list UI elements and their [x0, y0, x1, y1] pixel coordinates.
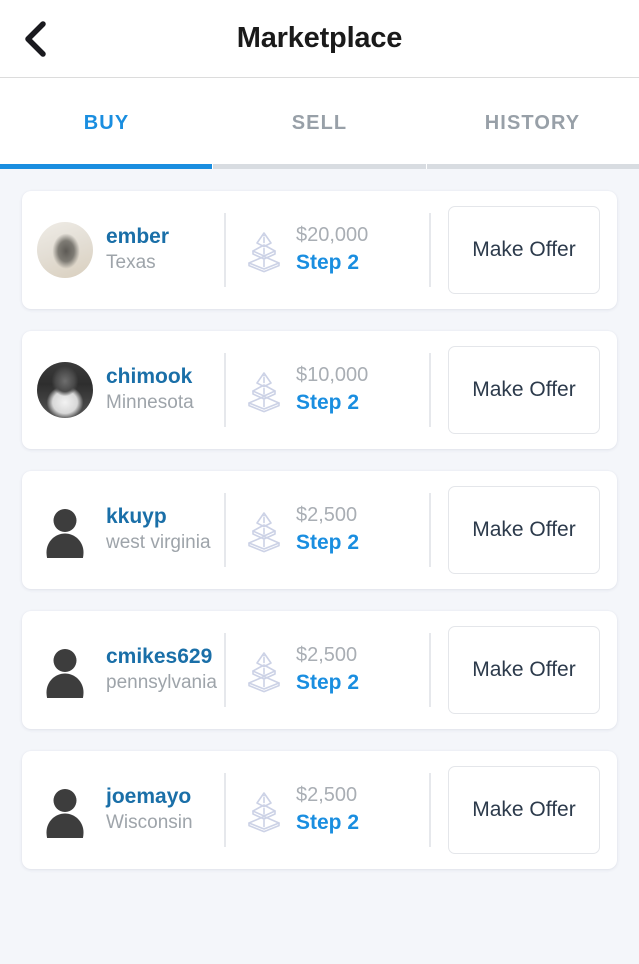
listing-action: Make Offer — [431, 751, 617, 869]
listing-step-text: $2,500 Step 2 — [296, 503, 359, 556]
listing-step: Step 2 — [296, 390, 360, 414]
listing-user[interactable]: joemayo Wisconsin — [22, 751, 224, 869]
listing-step-text: $2,500 Step 2 — [296, 643, 359, 696]
listing-card[interactable]: kkuyp west virginia $2,500 Step 2 Make O… — [22, 471, 617, 589]
back-button[interactable] — [4, 8, 66, 70]
listing-location: pennsylvania — [106, 671, 217, 693]
listing-action: Make Offer — [431, 611, 617, 729]
make-offer-button[interactable]: Make Offer — [448, 206, 600, 294]
app-header: Marketplace — [0, 0, 639, 78]
listing-action: Make Offer — [431, 331, 617, 449]
listing-step: Step 2 — [296, 670, 360, 694]
listing-price: $10,000 — [296, 364, 369, 387]
listing-price: $2,500 — [296, 504, 358, 527]
listing-user-text: joemayo Wisconsin — [106, 784, 193, 835]
listing-location: west virginia — [106, 531, 211, 553]
chevron-left-icon — [20, 19, 50, 59]
tab-sell[interactable]: SELL — [213, 78, 426, 164]
listing-step-info: $2,500 Step 2 — [226, 611, 429, 729]
listing-card[interactable]: chimook Minnesota $10,000 Step 2 Make Of… — [22, 331, 617, 449]
listing-user[interactable]: ember Texas — [22, 191, 224, 309]
pyramid-tiers-icon — [244, 789, 284, 833]
listing-price: $2,500 — [296, 784, 358, 807]
marketplace-screen: Marketplace BUY SELL HISTORY ember Texas — [0, 0, 639, 964]
avatar-placeholder-icon — [37, 782, 93, 838]
listing-location: Minnesota — [106, 391, 194, 413]
listing-step-info: $20,000 Step 2 — [226, 191, 429, 309]
make-offer-button[interactable]: Make Offer — [448, 486, 600, 574]
listing-step-info: $2,500 Step 2 — [226, 751, 429, 869]
listing-price: $20,000 — [296, 224, 369, 247]
page-title: Marketplace — [236, 22, 403, 54]
pyramid-tiers-icon — [244, 649, 284, 693]
pyramid-tiers-icon — [244, 509, 284, 553]
listing-username: chimook — [106, 365, 193, 389]
listing-username: ember — [106, 225, 170, 249]
make-offer-button[interactable]: Make Offer — [448, 626, 600, 714]
listing-step: Step 2 — [296, 530, 360, 554]
listing-user[interactable]: cmikes629 pennsylvania — [22, 611, 224, 729]
listing-username: kkuyp — [106, 505, 167, 529]
listing-step-text: $10,000 Step 2 — [296, 363, 368, 416]
listing-action: Make Offer — [431, 191, 617, 309]
tab-history[interactable]: HISTORY — [426, 78, 639, 164]
listing-user-text: kkuyp west virginia — [106, 504, 211, 555]
listing-user-text: chimook Minnesota — [106, 364, 194, 415]
listing-card[interactable]: ember Texas $20,000 Step 2 Make Offer — [22, 191, 617, 309]
tab-buy[interactable]: BUY — [0, 78, 213, 164]
make-offer-button[interactable]: Make Offer — [448, 346, 600, 434]
listing-step: Step 2 — [296, 810, 360, 834]
marketplace-listing: ember Texas $20,000 Step 2 Make Offer ch… — [0, 169, 639, 964]
listing-price: $2,500 — [296, 644, 358, 667]
listing-step-text: $2,500 Step 2 — [296, 783, 359, 836]
pyramid-tiers-icon — [244, 229, 284, 273]
make-offer-button[interactable]: Make Offer — [448, 766, 600, 854]
listing-username: joemayo — [106, 785, 192, 809]
listing-step-text: $20,000 Step 2 — [296, 223, 368, 276]
listing-user[interactable]: kkuyp west virginia — [22, 471, 224, 589]
avatar-placeholder-icon — [37, 642, 93, 698]
listing-location: Wisconsin — [106, 811, 193, 833]
avatar-photo — [37, 362, 93, 418]
listing-user-text: cmikes629 pennsylvania — [106, 644, 217, 695]
listing-step-info: $2,500 Step 2 — [226, 471, 429, 589]
listing-step: Step 2 — [296, 250, 360, 274]
listing-location: Texas — [106, 251, 156, 273]
pyramid-tiers-icon — [244, 369, 284, 413]
listing-user-text: ember Texas — [106, 224, 169, 275]
listing-step-info: $10,000 Step 2 — [226, 331, 429, 449]
listing-card[interactable]: cmikes629 pennsylvania $2,500 Step 2 Mak… — [22, 611, 617, 729]
avatar-placeholder-icon — [37, 502, 93, 558]
listing-user[interactable]: chimook Minnesota — [22, 331, 224, 449]
listing-username: cmikes629 — [106, 645, 213, 669]
avatar-photo — [37, 222, 93, 278]
listing-action: Make Offer — [431, 471, 617, 589]
tab-bar: BUY SELL HISTORY — [0, 78, 639, 169]
listing-card[interactable]: joemayo Wisconsin $2,500 Step 2 Make Off… — [22, 751, 617, 869]
